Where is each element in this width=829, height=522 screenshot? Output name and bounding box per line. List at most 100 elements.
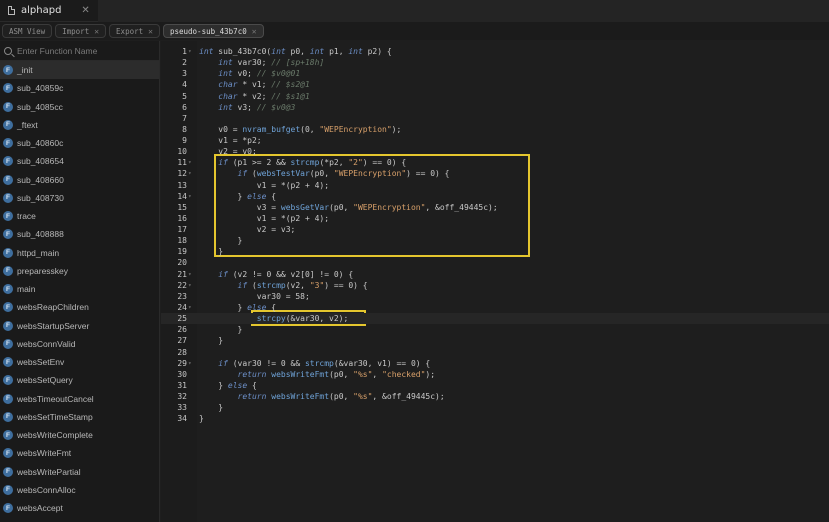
- code-line[interactable]: 34}: [161, 413, 829, 424]
- fold-chevron-icon[interactable]: ▾: [188, 358, 192, 369]
- fold-chevron-icon[interactable]: ▾: [188, 157, 192, 168]
- code-line[interactable]: 14 ▾ } else {: [161, 191, 829, 202]
- window-tab[interactable]: alphapd ✕: [0, 0, 98, 22]
- code-line[interactable]: 5 char * v2; // $s1@1: [161, 91, 829, 102]
- function-list-item[interactable]: F _ftext: [0, 116, 159, 134]
- code-line[interactable]: 17 v2 = v3;: [161, 224, 829, 235]
- view-tab-2[interactable]: Export ✕: [109, 24, 160, 38]
- fold-chevron-icon[interactable]: ▾: [188, 302, 192, 313]
- code-line[interactable]: 13 v1 = *(p2 + 4);: [161, 180, 829, 191]
- function-list-item[interactable]: FwebsAccept: [0, 499, 159, 517]
- fold-chevron-icon[interactable]: ▾: [188, 269, 192, 280]
- code-line[interactable]: 19 }: [161, 246, 829, 257]
- tab-close-icon[interactable]: ✕: [252, 27, 257, 36]
- code-line[interactable]: 20: [161, 257, 829, 268]
- line-number: 28: [177, 347, 187, 357]
- function-list-item[interactable]: FwebsSetEnv: [0, 353, 159, 371]
- pseudocode-editor[interactable]: 1 ▾ int sub_43b7c0(int p0, int p1, int p2)…: [161, 41, 829, 522]
- code-line[interactable]: 33 }: [161, 402, 829, 413]
- code-line[interactable]: 4 char * v1; // $s2@1: [161, 79, 829, 90]
- function-list-item[interactable]: Fsub_408654: [0, 152, 159, 170]
- function-list-item[interactable]: Fsub_40859c: [0, 79, 159, 97]
- code-token: "WEPEncryption": [333, 169, 407, 179]
- code-line[interactable]: 24 ▾ } else {: [161, 302, 829, 313]
- code-line[interactable]: 26 }: [161, 324, 829, 335]
- code-line[interactable]: 21 ▾ if (v2 != 0 && v2[0] != 0) {: [161, 269, 829, 280]
- code-token: int: [218, 58, 233, 68]
- code-text: v3 = websGetVar(p0, "WEPEncryption", &of…: [199, 202, 498, 213]
- code-line[interactable]: 32 return websWriteFmt(p0, "%s", &off_49…: [161, 391, 829, 402]
- function-icon: F: [3, 119, 13, 130]
- function-list-item[interactable]: F _init: [0, 61, 159, 80]
- code-line[interactable]: 16 v1 = *(p2 + 4);: [161, 213, 829, 224]
- line-number: 31: [177, 380, 187, 390]
- code-line[interactable]: 11 ▾ if (p1 >= 2 && strcmp(*p2, "2") == 0…: [161, 157, 829, 168]
- code-line[interactable]: 25 strcpy(&var30, v2);: [161, 313, 829, 325]
- function-list-item[interactable]: Fpreparesskey: [0, 262, 159, 280]
- code-text: if (v2 != 0 && v2[0] != 0) {: [199, 269, 353, 280]
- close-icon[interactable]: ✕: [81, 5, 89, 16]
- code-token: (: [247, 169, 257, 179]
- code-line[interactable]: 27 }: [161, 335, 829, 346]
- code-line[interactable]: 31 } else {: [161, 380, 829, 391]
- code-line[interactable]: 7: [161, 113, 829, 124]
- code-line[interactable]: 10 v2 = v0;: [161, 146, 829, 157]
- function-list-item[interactable]: Fsub_40860c: [0, 134, 159, 152]
- function-icon: F: [3, 484, 13, 495]
- code-line[interactable]: 23 var30 = 58;: [161, 291, 829, 302]
- code-text: }: [199, 402, 223, 413]
- line-number: 6: [182, 102, 187, 112]
- function-list-item[interactable]: FwebsWriteComplete: [0, 426, 159, 444]
- function-list-item[interactable]: Fsub_408660: [0, 171, 159, 189]
- code-line[interactable]: 8 v0 = nvram_bufget(0, "WEPEncryption");: [161, 124, 829, 135]
- code-token: "%s": [353, 369, 373, 379]
- code-line[interactable]: 3 int v0; // $v0@01: [161, 68, 829, 79]
- function-icon: F: [3, 357, 13, 368]
- fold-chevron-icon[interactable]: ▾: [188, 191, 192, 202]
- view-tab-1[interactable]: Import ✕: [55, 24, 107, 38]
- function-list-item[interactable]: Fhttpd_main: [0, 244, 159, 262]
- function-list-item[interactable]: FwebsSetQuery: [0, 371, 159, 389]
- function-list-item[interactable]: FwebsStartupServer: [0, 317, 159, 335]
- code-line[interactable]: 2 int var30; // [sp+18h]: [161, 57, 829, 68]
- function-list-item[interactable]: FwebsTimeoutCancel: [0, 390, 159, 408]
- fold-chevron-icon[interactable]: ▾: [188, 46, 192, 57]
- code-line[interactable]: 30 return websWriteFmt(p0, "%s", "checke…: [161, 369, 829, 380]
- code-token: (&var30, v1) == 0) {: [333, 358, 431, 368]
- code-line[interactable]: 15 v3 = websGetVar(p0, "WEPEncryption", …: [161, 202, 829, 213]
- code-token: (p0,: [329, 369, 354, 379]
- view-tab-0[interactable]: ASM View: [2, 24, 53, 38]
- function-search-input[interactable]: [17, 45, 157, 56]
- code-text: var30 = 58;: [199, 291, 310, 302]
- function-list-item[interactable]: FwebsConnAlloc: [0, 481, 159, 499]
- tab-close-icon[interactable]: ✕: [148, 27, 153, 36]
- function-list-item[interactable]: Fsub_408888: [0, 225, 159, 243]
- fold-chevron-icon[interactable]: ▾: [188, 280, 192, 291]
- function-list-item[interactable]: Ftrace: [0, 207, 159, 225]
- function-list-item[interactable]: FwebsConnValid: [0, 335, 159, 353]
- function-list-item[interactable]: FwebsSetTimeStamp: [0, 408, 159, 426]
- fold-chevron-icon[interactable]: ▾: [188, 168, 192, 179]
- function-list-item[interactable]: Fsub_408730: [0, 189, 159, 207]
- code-line[interactable]: 9 v1 = *p2;: [161, 135, 829, 146]
- function-list-item[interactable]: FwebsWriteFmt: [0, 444, 159, 462]
- view-tab-label: pseudo-sub_43b7c0: [169, 26, 247, 36]
- function-list-item[interactable]: Fsub_4085cc: [0, 98, 159, 116]
- code-line[interactable]: 1 ▾ int sub_43b7c0(int p0, int p1, int p2)…: [161, 46, 829, 57]
- code-line[interactable]: 12 ▾ if (websTestVar(p0, "WEPEncryption")…: [161, 168, 829, 179]
- code-line[interactable]: 28: [161, 347, 829, 358]
- code-line[interactable]: 22 ▾ if (strcmp(v2, "3") == 0) {: [161, 280, 829, 291]
- view-tab-3[interactable]: pseudo-sub_43b7c0 ✕: [162, 24, 264, 38]
- code-line[interactable]: 6 int v3; // $v0@3: [161, 102, 829, 113]
- function-list-item[interactable]: FwebsReapChildren: [0, 298, 159, 316]
- function-icon: F: [3, 265, 13, 276]
- tab-close-icon[interactable]: ✕: [94, 27, 99, 36]
- function-list-item[interactable]: Fmain: [0, 280, 159, 298]
- function-list-item[interactable]: FwebsWritePartial: [0, 463, 159, 481]
- code-text: }: [199, 235, 243, 246]
- code-line[interactable]: 29 ▾ if (var30 != 0 && strcmp(&var30, v1)…: [161, 358, 829, 369]
- function-name: websStartupServer: [17, 320, 90, 331]
- code-text: }: [199, 246, 223, 257]
- code-line[interactable]: 18 }: [161, 235, 829, 246]
